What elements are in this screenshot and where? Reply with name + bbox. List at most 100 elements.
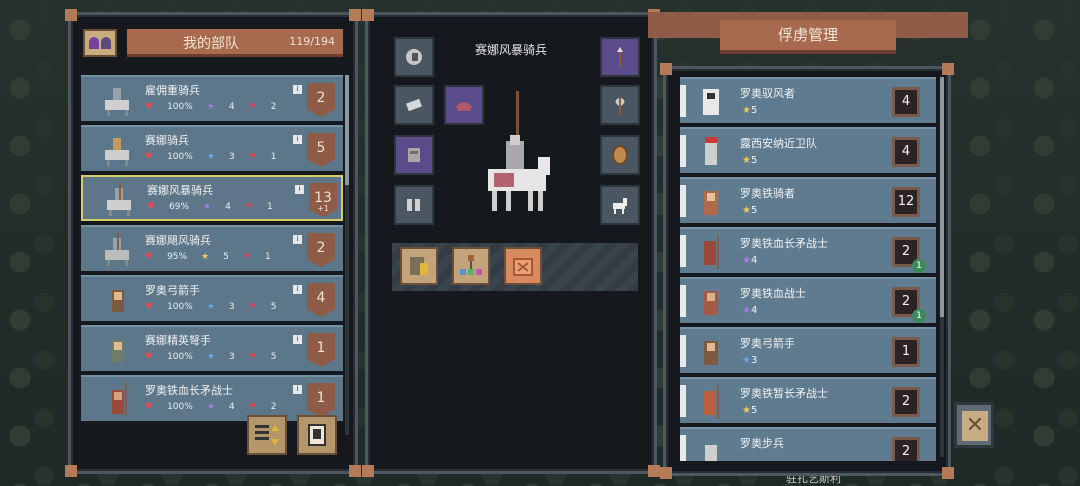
unit-stats: ♥ 100% ★ 3 ⚑ 1 [145, 152, 277, 162]
unit-hp: 100% [167, 402, 193, 412]
unit-name: 赛娜风暴骑兵 [147, 184, 213, 197]
unit-count-badge: 13 +1 [309, 183, 337, 217]
armor-slot[interactable] [394, 85, 434, 125]
prisoner-count: 4 [892, 137, 920, 167]
prisoner-stars: ★4 [742, 305, 758, 316]
unit-list[interactable]: 雇佣重骑兵 ♥ 100% ★ 4 ⚑ 2 i 2 赛娜骑兵 ♥ 100% ★ 3 ⚑ 1 i 5 赛… [81, 75, 343, 435]
prisoner-stars: ★3 [742, 355, 758, 366]
unit-info-button[interactable]: i [293, 235, 302, 244]
unit-row[interactable]: 罗奥弓箭手 ♥ 100% ★ 3 ⚑ 5 i 4 [81, 275, 343, 321]
unit-stats: ♥ 100% ★ 3 ⚑ 5 [145, 352, 277, 362]
unit-row[interactable]: 雇佣重骑兵 ♥ 100% ★ 4 ⚑ 2 i 2 [81, 75, 343, 121]
dismiss-unit-button[interactable] [297, 415, 337, 455]
barding-slot[interactable] [394, 135, 434, 175]
prisoner-list[interactable]: 罗奥驭风者 ★5 4 露西安纳近卫队 ★5 4 罗奥铁骑者 ★5 12 罗奥铁血… [680, 77, 936, 461]
unit-info-button[interactable]: i [293, 135, 302, 144]
spearman-sprite-icon [112, 382, 127, 416]
hero-avatar-button[interactable] [83, 29, 117, 57]
prisoner-name: 罗奥铁血长矛战士 [740, 237, 828, 250]
hero-purple-icon [89, 37, 99, 49]
prisoner-count: 4 [892, 87, 920, 117]
unit-row[interactable]: 赛娜骑兵 ♥ 100% ★ 3 ⚑ 1 i 5 [81, 125, 343, 171]
prisoner-title: 俘虏管理 [720, 20, 896, 54]
prisoner-row[interactable]: 罗奥驭风者 ★5 4 [680, 77, 936, 123]
unit-action-bar [392, 243, 638, 291]
upgrade-button[interactable] [400, 247, 438, 285]
horse-slot[interactable] [600, 185, 640, 225]
disband-button[interactable] [504, 247, 542, 285]
prisoner-row[interactable]: 露西安纳近卫队 ★5 4 [680, 127, 936, 173]
helmet-slot[interactable] [394, 37, 434, 77]
unit-hp: 100% [167, 152, 193, 162]
prisoner-star-count: 5 [750, 105, 758, 116]
prisoner-star-count: 4 [750, 255, 758, 266]
army-scrollbar[interactable] [345, 75, 349, 435]
prisoner-stars: ★5 [742, 405, 758, 416]
prisoner-row[interactable]: 罗奥铁骑者 ★5 12 [680, 177, 936, 223]
unit-info-button[interactable]: i [293, 335, 302, 344]
unit-flags: 1 [266, 202, 273, 212]
lance-slot[interactable] [600, 37, 640, 77]
unit-name: 赛娜飓风骑兵 [145, 234, 211, 247]
army-title-bar: 我的部队 119/194 [127, 29, 343, 57]
unit-hp: 100% [167, 102, 193, 112]
prisoner-row[interactable]: 罗奥铁血战士 ★4 2 1 [680, 277, 936, 323]
helmet-icon [406, 49, 422, 65]
unit-info-button[interactable]: i [293, 285, 302, 294]
prisoner-row[interactable]: 罗奥铁血长矛战士 ★4 2 1 [680, 227, 936, 273]
prisoner-stars: ★5 [742, 205, 758, 216]
unit-name: 赛娜骑兵 [145, 134, 189, 147]
cavalry-sprite-icon [105, 138, 129, 166]
prisoner-name: 露西安纳近卫队 [740, 137, 817, 150]
unit-info-button[interactable]: i [293, 385, 302, 394]
prisoner-stars: ★4 [742, 255, 758, 266]
prisoner-name: 罗奥驭风者 [740, 87, 795, 100]
unit-row[interactable]: 赛娜精英弩手 ♥ 100% ★ 3 ⚑ 5 i 1 [81, 325, 343, 371]
prisoner-name: 罗奥步兵 [740, 437, 784, 450]
prisoner-row[interactable]: 罗奥弓箭手 ★3 1 [680, 327, 936, 373]
unit-count-badge: 2 [307, 233, 335, 267]
close-icon: ✕ [962, 411, 988, 441]
shield-slot[interactable] [600, 135, 640, 175]
unit-flags: 2 [270, 402, 277, 412]
prisoner-star-count: 5 [750, 155, 758, 166]
unit-hp: 95% [167, 252, 188, 262]
unit-name: 雇佣重骑兵 [145, 84, 200, 97]
unit-flags: 1 [264, 252, 271, 262]
prisoner-sprite-icon [704, 385, 719, 419]
disband-icon [513, 258, 533, 276]
unit-stats: ♥ 100% ★ 4 ⚑ 2 [145, 402, 277, 412]
sort-button[interactable] [247, 415, 287, 455]
axe-slot[interactable] [600, 85, 640, 125]
horse-armor-icon [408, 148, 420, 162]
prisoner-scrollbar[interactable] [940, 77, 944, 457]
unit-tree-button[interactable] [452, 247, 490, 285]
unit-hp: 100% [167, 352, 193, 362]
unit-count-badge: 4 [307, 283, 335, 317]
cavalry-sprite-icon [105, 232, 129, 266]
prisoner-extra-badge: 1 [912, 309, 926, 323]
boots-slot[interactable] [394, 185, 434, 225]
unit-row-selected[interactable]: 赛娜风暴骑兵 ♥ 69% ★ 4 ⚑ 1 i 13 +1 [81, 175, 343, 221]
prisoner-name: 罗奥弓箭手 [740, 337, 795, 350]
unit-info-button[interactable]: i [293, 85, 302, 94]
close-button[interactable]: ✕ [954, 402, 994, 448]
unit-info-button[interactable]: i [295, 185, 304, 194]
prisoner-sprite-icon [704, 291, 718, 315]
crossbowman-sprite-icon [112, 340, 124, 362]
army-title: 我的部队 [183, 36, 239, 52]
prisoner-extra-badge: 1 [912, 259, 926, 273]
cavalry-sprite-icon [107, 182, 131, 216]
archer-sprite-icon [112, 290, 124, 312]
prisoner-row[interactable]: 罗奥步兵 2 [680, 427, 936, 461]
prisoner-count: 12 [892, 187, 920, 217]
prisoner-sprite-icon [705, 137, 717, 165]
unit-row[interactable]: 赛娜飓风骑兵 ♥ 95% ★ 5 ⚑ 1 i 2 [81, 225, 343, 271]
prisoner-row[interactable]: 罗奥铁暂长矛战士 ★5 2 [680, 377, 936, 423]
unit-count-badge: 1 [307, 383, 335, 417]
unit-flags: 1 [270, 152, 277, 162]
prisoner-sprite-icon [704, 235, 719, 269]
unit-level: 3 [228, 152, 235, 162]
cavalry-preview-icon [488, 91, 550, 211]
prisoner-stars: ★5 [742, 105, 758, 116]
